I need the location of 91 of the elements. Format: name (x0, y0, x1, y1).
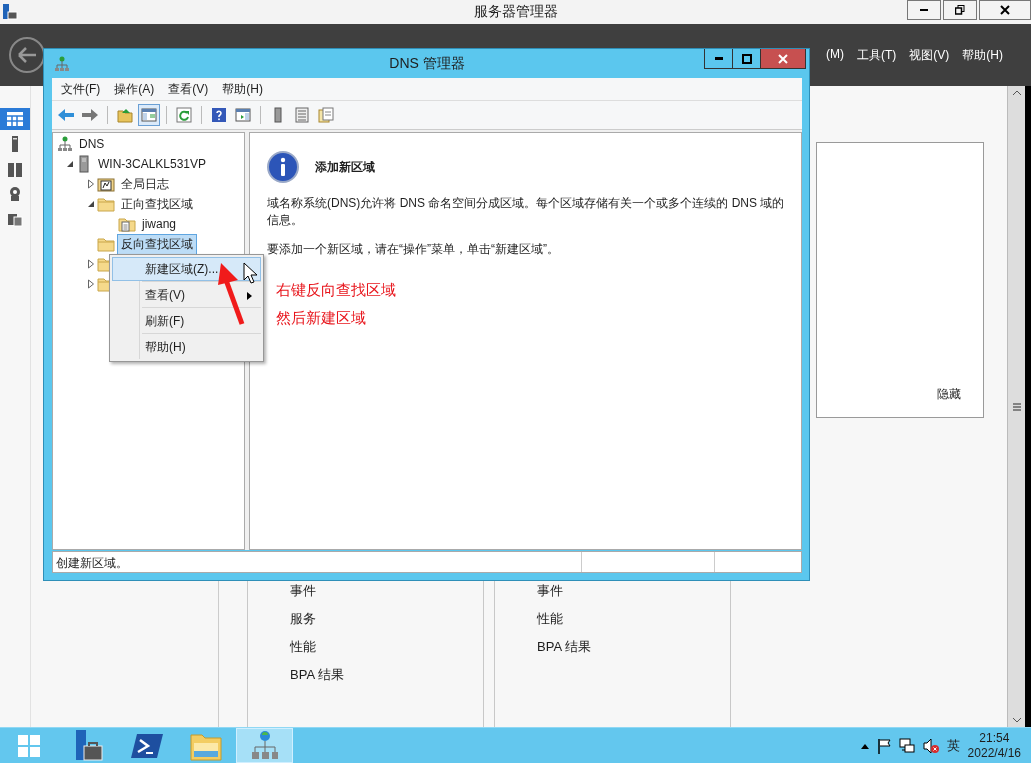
close-icon (778, 53, 788, 64)
minimize-icon (714, 57, 723, 60)
back-arrow-icon (57, 107, 75, 123)
close-button[interactable] (760, 49, 806, 69)
show-hidden-icons-icon[interactable] (860, 742, 869, 749)
toolbar-button[interactable] (173, 104, 195, 126)
tree-item[interactable]: 反向查找区域 (117, 233, 197, 255)
tree-item[interactable]: 全局日志 (117, 173, 173, 195)
toolbar-button[interactable] (138, 104, 160, 126)
roles-icon (7, 186, 23, 202)
refresh-icon (176, 107, 192, 123)
menu-item[interactable]: 刷新(F) (112, 309, 261, 333)
window-title: DNS 管理器 (389, 54, 465, 73)
sidebar-item[interactable] (0, 108, 30, 130)
window-title: 服务器管理器 (473, 3, 558, 21)
info-icon (267, 151, 299, 183)
dns-network-icon (251, 730, 278, 761)
collapsed-arrow-icon[interactable] (87, 259, 95, 269)
collapsed-arrow-icon[interactable] (87, 179, 95, 189)
maximize-icon (741, 53, 752, 64)
tree-item[interactable]: WIN-3CALKL531VP (94, 155, 211, 173)
flag-icon[interactable] (876, 737, 891, 754)
menu-item[interactable]: 帮助(H) (222, 78, 263, 100)
servers-icon (7, 161, 23, 177)
tile-link[interactable]: BPA 结果 (290, 661, 483, 689)
menu-item[interactable]: 视图(V) (909, 44, 950, 66)
tile-link[interactable]: BPA 结果 (537, 633, 730, 661)
details-text: 要添加一个新区域，请在“操作”菜单，单击“新建区域”。 (267, 241, 560, 258)
menu-item[interactable]: 帮助(H) (112, 335, 261, 359)
annotation-text: 然后新建区域 (276, 309, 366, 328)
powershell-icon (130, 731, 163, 760)
menu-item[interactable]: 工具(T) (857, 44, 897, 66)
details-text: 域名称系统(DNS)允许将 DNS 命名空间分成区域。每个区域存储有关一个或多个连续的 DNS 域的信息。 (267, 195, 785, 229)
mouse-pointer-icon (243, 262, 257, 284)
tile-link[interactable]: 服务 (290, 605, 483, 633)
hide-link[interactable]: 隐藏 (937, 386, 961, 403)
action-pane-icon (235, 107, 251, 123)
tree-item[interactable]: 正向查找区域 (117, 193, 197, 215)
server-icon (272, 107, 284, 123)
tile-link[interactable]: 事件 (290, 577, 483, 605)
menu-item[interactable]: 操作(A) (114, 78, 155, 100)
network-icon[interactable] (898, 737, 915, 754)
minimize-button[interactable] (704, 49, 733, 69)
help-icon (211, 107, 227, 123)
console-tree-icon (141, 107, 157, 123)
file-servers-icon (7, 211, 23, 227)
menu-item[interactable]: 新建区域(Z)... (112, 257, 261, 281)
forward-arrow-icon (81, 107, 99, 123)
close-button[interactable] (979, 0, 1031, 20)
clock-time: 21:54 (979, 730, 1010, 746)
menu-item[interactable]: 查看(V) (112, 283, 261, 307)
tile-link[interactable]: 性能 (537, 605, 730, 633)
network-icon (57, 136, 73, 152)
tile-link[interactable]: 性能 (290, 633, 483, 661)
export-list-icon (318, 107, 334, 123)
clock-date: 2022/4/16 (967, 745, 1021, 761)
log-book-icon (97, 176, 115, 192)
folder-icon (97, 196, 115, 212)
scroll-grip-icon (1011, 401, 1022, 412)
dashboard-icon (7, 112, 23, 126)
input-method-indicator[interactable]: 英 (946, 736, 960, 755)
folder-up-icon (117, 107, 133, 123)
server-icon (76, 155, 92, 173)
network-icon (54, 55, 70, 72)
tree-item[interactable]: DNS (75, 135, 109, 153)
menu-item[interactable]: 查看(V) (168, 78, 209, 100)
minimize-button[interactable] (907, 0, 941, 20)
back-arrow-icon (18, 47, 36, 63)
volume-muted-icon[interactable] (922, 737, 939, 754)
list-icon (295, 107, 309, 123)
restore-icon (955, 5, 965, 15)
menu-item[interactable]: 文件(F) (61, 78, 101, 100)
tree-item[interactable]: jiwang (138, 215, 181, 233)
expanded-arrow-icon[interactable] (66, 160, 74, 168)
details-heading: 添加新区域 (315, 158, 375, 176)
scrollbar[interactable] (1007, 86, 1031, 727)
toolbar-button[interactable] (315, 104, 337, 126)
restore-button[interactable] (943, 0, 977, 20)
minimize-icon (920, 9, 928, 11)
status-text: 创建新区域。 (55, 555, 129, 572)
collapsed-arrow-icon[interactable] (87, 279, 95, 289)
menu-item[interactable]: (M) (826, 44, 844, 66)
expanded-arrow-icon[interactable] (87, 200, 95, 208)
annotation-text: 右键反向查找区域 (276, 281, 396, 300)
clock[interactable]: 21:54 2022/4/16 (967, 730, 1021, 761)
menu-item[interactable]: 帮助(H) (962, 44, 1003, 66)
zone-file-icon (118, 216, 136, 232)
folder-icon (97, 236, 115, 252)
close-icon (1000, 5, 1010, 15)
windows-logo-icon (16, 733, 41, 758)
tile-link[interactable]: 事件 (537, 577, 730, 605)
